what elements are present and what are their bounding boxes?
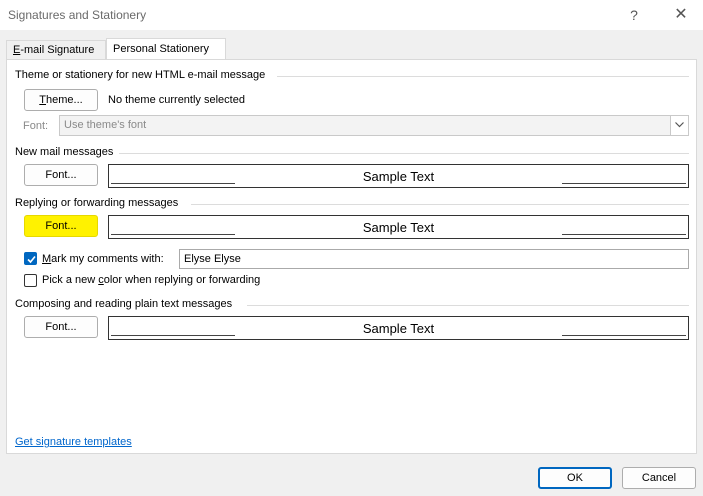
sample-underline-right [562, 234, 686, 235]
window-title: Signatures and Stationery [8, 8, 147, 22]
theme-font-select[interactable]: Use theme's font [59, 115, 689, 136]
replying-heading: Replying or forwarding messages [15, 197, 179, 209]
new-mail-sample-box: Sample Text [108, 164, 689, 188]
new-mail-sample-text: Sample Text [362, 169, 435, 184]
new-mail-heading: New mail messages [15, 146, 114, 158]
checkmark-icon [27, 255, 36, 264]
comments-name-input[interactable]: Elyse Elyse [179, 249, 689, 269]
pick-color-post: olor when replying or forwarding [103, 274, 261, 286]
tab-email-signature-label: -mail Signature [20, 44, 95, 56]
pick-color-label[interactable]: Pick a new color when replying or forwar… [42, 274, 260, 286]
title-bar: Signatures and Stationery ? ✕ [0, 0, 703, 30]
font-label: Font: [23, 120, 49, 132]
divider [191, 204, 689, 205]
close-button[interactable]: ✕ [664, 3, 698, 27]
pick-color-pre: Pick a new [42, 274, 99, 286]
mark-comments-checkbox[interactable] [24, 252, 37, 265]
plain-text-font-button[interactable]: Font... [24, 316, 98, 338]
tab-panel: Theme or stationery for new HTML e-mail … [6, 59, 697, 454]
plain-text-heading: Composing and reading plain text message… [15, 298, 233, 310]
replying-sample-box: Sample Text [108, 215, 689, 239]
theme-button[interactable]: Theme... [24, 89, 98, 111]
tab-email-signature[interactable]: E-mail Signature [6, 40, 106, 59]
tab-personal-stationery[interactable]: Personal Stationery [106, 38, 226, 60]
pick-color-checkbox[interactable] [24, 274, 37, 287]
theme-section-heading: Theme or stationery for new HTML e-mail … [15, 69, 266, 81]
plain-text-sample-box: Sample Text [108, 316, 689, 340]
divider [247, 305, 689, 306]
plain-text-sample-text: Sample Text [362, 321, 435, 336]
divider [277, 76, 689, 77]
divider [119, 153, 689, 154]
get-signature-templates-link[interactable]: Get signature templates [15, 436, 132, 448]
mark-comments-text: ark my comments with: [51, 253, 164, 265]
theme-button-label: heme... [46, 94, 83, 106]
theme-font-select-value: Use theme's font [64, 119, 147, 131]
sample-underline-right [562, 183, 686, 184]
replying-sample-text: Sample Text [362, 220, 435, 235]
mark-comments-accel: M [42, 253, 52, 265]
help-button[interactable]: ? [620, 3, 648, 27]
cancel-button[interactable]: Cancel [622, 467, 696, 489]
no-theme-text: No theme currently selected [108, 94, 245, 106]
tab-personal-stationery-label: Personal Stationery [113, 43, 209, 55]
new-mail-font-button[interactable]: Font... [24, 164, 98, 186]
sample-underline-right [562, 335, 686, 336]
theme-button-accel: T [39, 94, 47, 106]
ok-button[interactable]: OK [538, 467, 612, 489]
mark-comments-label[interactable]: Mark my comments with: [42, 253, 164, 265]
chevron-down-icon [670, 116, 688, 135]
replying-font-button[interactable]: Font... [24, 215, 98, 237]
